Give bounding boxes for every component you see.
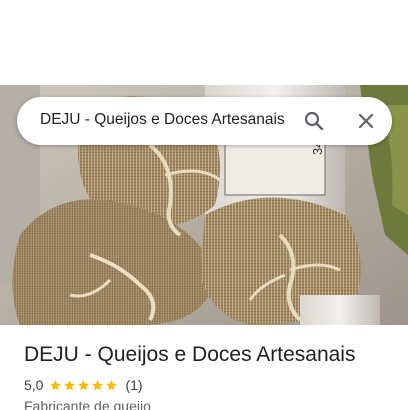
star-icon [106, 379, 118, 390]
star-icon [50, 379, 62, 390]
star-icon [64, 379, 76, 390]
star-icon [92, 379, 104, 390]
maps-place-screen: 341 DEJU - Queijos e Doces Artesanais [0, 0, 408, 410]
place-title: DEJU - Queijos e Doces Artesanais [24, 343, 356, 366]
place-category[interactable]: Fabricante de queijo [24, 398, 151, 410]
place-info-panel: DEJU - Queijos e Doces Artesanais 5,0 (1… [0, 325, 408, 410]
rating-value: 5,0 [24, 377, 44, 393]
star-icon [78, 379, 90, 390]
search-bar[interactable]: DEJU - Queijos e Doces Artesanais [17, 97, 392, 145]
search-icon[interactable] [302, 109, 326, 133]
search-query-text[interactable]: DEJU - Queijos e Doces Artesanais [40, 111, 285, 129]
map-area-top [0, 0, 408, 85]
star-rating [49, 379, 119, 392]
review-count[interactable]: (1) [125, 377, 142, 393]
close-icon[interactable] [354, 109, 378, 133]
rating-row[interactable]: 5,0 (1) [24, 377, 143, 393]
